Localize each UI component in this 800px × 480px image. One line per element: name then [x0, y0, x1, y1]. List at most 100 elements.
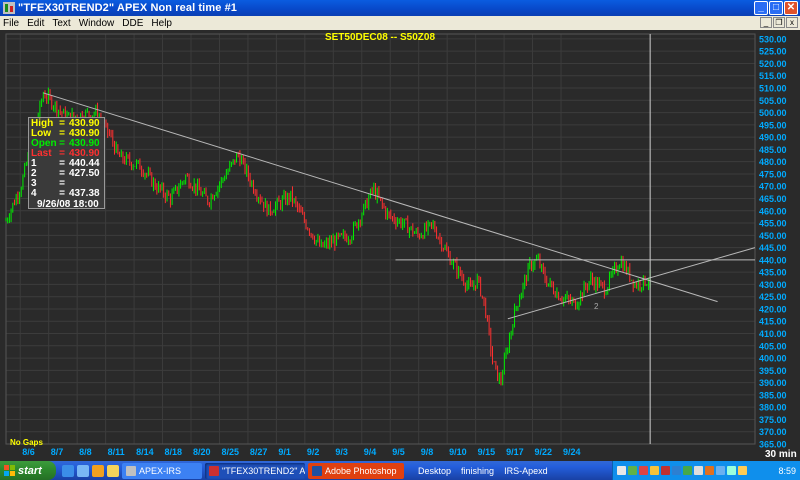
x-tick-label: 8/25 [221, 447, 239, 457]
y-tick-label: 455.00 [759, 219, 787, 229]
y-tick-label: 480.00 [759, 157, 787, 167]
tray-icon[interactable] [694, 466, 703, 475]
y-tick-label: 410.00 [759, 329, 787, 339]
menu-bar: File Edit Text Window DDE Help _ ❐ x [0, 16, 800, 30]
info-value: 437.38 [69, 188, 100, 199]
tray-icon[interactable] [628, 466, 637, 475]
windows-logo-icon [4, 465, 15, 476]
y-tick-label: 370.00 [759, 427, 787, 437]
y-tick-label: 430.00 [759, 280, 787, 290]
menu-window[interactable]: Window [79, 18, 115, 29]
taskbar: start APEX-IRS "TFEX30TREND2" AP... Adob… [0, 461, 800, 480]
tray-icon[interactable] [738, 466, 747, 475]
x-tick-label: 8/14 [136, 447, 154, 457]
x-tick-label: 8/8 [79, 447, 92, 457]
chart-window[interactable]: 530.00 525.00 520.00 515.00 510.00 505.00 500.… [0, 30, 800, 461]
price-chart[interactable]: 530.00 525.00 520.00 515.00 510.00 505.00 500.… [0, 30, 800, 461]
x-tick-label: 9/10 [449, 447, 467, 457]
x-tick-label: 9/2 [307, 447, 320, 457]
tray-icon[interactable] [683, 466, 692, 475]
desktop-item[interactable]: Desktop [418, 466, 451, 476]
y-tick-label: 435.00 [759, 268, 787, 278]
info-key: 4 [31, 188, 37, 199]
taskbar-button-photoshop[interactable]: Adobe Photoshop [308, 462, 404, 479]
quick-launch [62, 464, 119, 477]
desktop-item[interactable]: IRS-Apexd [504, 466, 548, 476]
start-label: start [18, 464, 42, 477]
tray-icon[interactable] [716, 466, 725, 475]
no-gaps-label: No Gaps [10, 438, 43, 447]
taskbar-button-apex-irs[interactable]: APEX-IRS [122, 462, 202, 479]
menu-dde[interactable]: DDE [122, 18, 143, 29]
taskbar-button-label: "TFEX30TREND2" AP... [222, 465, 305, 476]
menu-text[interactable]: Text [52, 18, 70, 29]
explorer-icon[interactable] [107, 464, 119, 477]
y-tick-label: 445.00 [759, 243, 787, 253]
close-button[interactable]: ✕ [784, 1, 798, 15]
taskbar-button-chart[interactable]: "TFEX30TREND2" AP... [205, 462, 305, 479]
menu-file[interactable]: File [3, 18, 19, 29]
menu-help[interactable]: Help [151, 18, 172, 29]
y-tick-label: 475.00 [759, 169, 787, 179]
y-tick-label: 490.00 [759, 133, 787, 143]
tray-icon[interactable] [705, 466, 714, 475]
x-tick-label: 9/8 [421, 447, 434, 457]
y-tick-label: 425.00 [759, 292, 787, 302]
y-tick-label: 530.00 [759, 34, 787, 44]
mdi-minimize-button[interactable]: _ [760, 17, 772, 28]
app-icon [3, 2, 15, 14]
y-tick-label: 405.00 [759, 341, 787, 351]
tray-icon[interactable] [661, 466, 670, 475]
y-tick-label: 365.00 [759, 440, 787, 450]
tray-icon[interactable] [727, 466, 736, 475]
y-tick-label: 380.00 [759, 403, 787, 413]
x-tick-label: 8/20 [193, 447, 211, 457]
y-tick-label: 440.00 [759, 255, 787, 265]
y-tick-label: 505.00 [759, 96, 787, 106]
window-title: "TFEX30TREND2" APEX Non real time #1 [18, 2, 238, 14]
tray-icon[interactable] [672, 466, 681, 475]
tray-icon[interactable] [617, 466, 626, 475]
chart-title: SET50DEC08 -- S50Z08 [325, 32, 435, 43]
desktop-toolbar: Desktop finishing IRS-Apexd [418, 466, 548, 476]
minimize-button[interactable]: _ [754, 1, 768, 15]
x-tick-label: 9/1 [278, 447, 291, 457]
x-tick-label: 8/27 [250, 447, 268, 457]
y-tick-label: 470.00 [759, 182, 787, 192]
cursor-marker-label: 2 [594, 302, 599, 311]
mdi-restore-button[interactable]: ❐ [773, 17, 785, 28]
y-tick-label: 415.00 [759, 317, 787, 327]
y-tick-label: 460.00 [759, 206, 787, 216]
y-tick-label: 485.00 [759, 145, 787, 155]
chart-background [0, 30, 800, 461]
x-tick-label: 9/24 [563, 447, 581, 457]
chart-grid [0, 30, 800, 461]
photoshop-icon [312, 465, 322, 476]
media-icon[interactable] [92, 464, 104, 477]
menu-edit[interactable]: Edit [27, 18, 44, 29]
desktop-item[interactable]: finishing [461, 466, 494, 476]
apex-app-icon [126, 465, 136, 476]
x-tick-label: 8/11 [108, 447, 125, 457]
ie-icon[interactable] [62, 464, 74, 477]
y-tick-label: 510.00 [759, 84, 787, 94]
maximize-button[interactable]: □ [769, 1, 783, 15]
y-tick-label: 420.00 [759, 304, 787, 314]
taskbar-button-label: APEX-IRS [139, 465, 182, 476]
title-bar: "TFEX30TREND2" APEX Non real time #1 _ □… [0, 0, 800, 16]
mdi-close-button[interactable]: x [786, 17, 798, 28]
system-tray: 8:59 [612, 461, 800, 480]
info-row-2: 2 = 427.50 [31, 169, 102, 179]
x-tick-label: 8/18 [165, 447, 183, 457]
desktop-icon[interactable] [77, 464, 89, 477]
tray-icon[interactable] [650, 466, 659, 475]
y-tick-label: 500.00 [759, 108, 787, 118]
x-tick-label: 9/15 [478, 447, 496, 457]
start-button[interactable]: start [0, 461, 56, 480]
y-tick-label: 385.00 [759, 390, 787, 400]
timeframe-label: 30 min [765, 449, 797, 460]
x-tick-label: 9/3 [335, 447, 348, 457]
y-tick-label: 450.00 [759, 231, 787, 241]
tray-icon[interactable] [639, 466, 648, 475]
y-tick-label: 390.00 [759, 378, 787, 388]
